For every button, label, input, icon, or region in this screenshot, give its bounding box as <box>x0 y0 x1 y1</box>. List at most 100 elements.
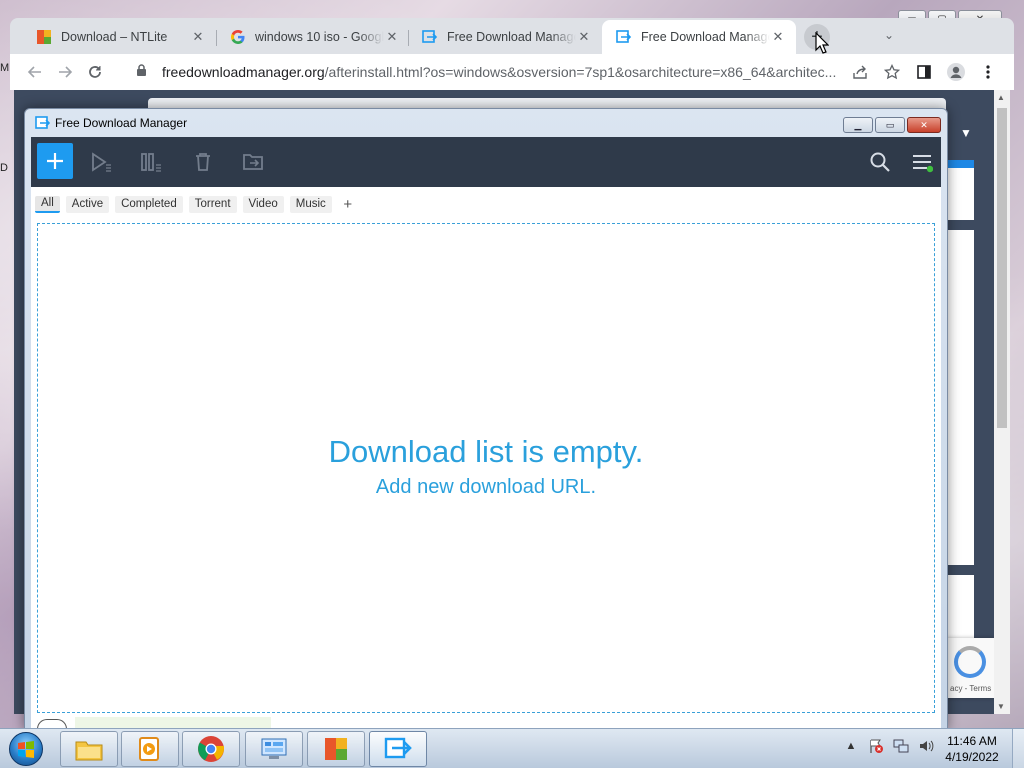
network-icon[interactable] <box>892 737 910 755</box>
back-button[interactable] <box>20 57 50 87</box>
tab-title: windows 10 iso - Google <box>255 30 384 44</box>
download-list-dropzone[interactable]: Download list is empty. Add new download… <box>37 223 935 713</box>
close-tab-icon[interactable]: ✕ <box>770 29 786 45</box>
filter-video[interactable]: Video <box>242 195 284 213</box>
taskbar-control-panel[interactable] <box>245 731 303 767</box>
filter-music[interactable]: Music <box>289 195 332 213</box>
side-panel-icon[interactable] <box>912 58 936 86</box>
bookmark-star-icon[interactable] <box>880 58 904 86</box>
profile-avatar-icon[interactable] <box>944 58 968 86</box>
share-icon[interactable] <box>848 58 872 86</box>
webpage-panel <box>948 160 974 640</box>
pause-icon <box>141 153 161 172</box>
taskbar-chrome[interactable] <box>182 731 240 767</box>
add-filter-button[interactable]: + <box>338 195 358 213</box>
browser-toolbar: freedownloadmanager.org/afterinstall.htm… <box>10 54 1014 90</box>
ntlite-icon <box>325 738 347 760</box>
address-bar[interactable]: freedownloadmanager.org/afterinstall.htm… <box>128 57 848 87</box>
volume-icon[interactable] <box>917 737 935 755</box>
show-desktop-button[interactable] <box>1012 729 1024 768</box>
tab-title: Download – NTLite <box>61 30 168 44</box>
search-icon[interactable] <box>869 151 891 173</box>
chevron-down-icon[interactable]: ▼ <box>960 126 972 140</box>
taskbar-fdm[interactable] <box>369 731 427 767</box>
tab-ntlite[interactable]: Download – NTLite ✕ <box>22 20 216 54</box>
ntlite-icon <box>36 29 52 45</box>
fdm-minimize-button[interactable]: ▁ <box>843 117 873 133</box>
tab-title: Free Download Manager <box>447 30 576 44</box>
add-url-link[interactable]: Add new download URL. <box>38 476 934 499</box>
media-player-icon <box>139 737 159 761</box>
scroll-down-arrow-icon[interactable]: ▼ <box>997 702 1005 711</box>
move-to-folder-button[interactable] <box>241 151 265 173</box>
system-tray: ▲ <box>842 737 935 755</box>
close-tab-icon[interactable]: ✕ <box>576 29 592 45</box>
url-text: freedownloadmanager.org/afterinstall.htm… <box>162 64 837 80</box>
show-hidden-icons-arrow-icon[interactable]: ▲ <box>842 737 860 755</box>
filter-all[interactable]: All <box>35 195 60 213</box>
play-icon <box>92 152 111 172</box>
fdm-app-icon <box>35 115 51 131</box>
filter-bar: All Active Completed Torrent Video Music… <box>35 195 358 213</box>
forward-button[interactable] <box>50 57 80 87</box>
fdm-icon <box>616 29 632 45</box>
filter-completed[interactable]: Completed <box>115 195 183 213</box>
folder-move-icon <box>243 154 263 170</box>
scroll-up-arrow-icon[interactable]: ▲ <box>997 93 1005 102</box>
fdm-window-title: Free Download Manager <box>55 116 188 130</box>
clock-date: 4/19/2022 <box>945 750 999 764</box>
fdm-maximize-button[interactable]: ▭ <box>875 117 905 133</box>
plus-icon <box>47 153 63 169</box>
start-button[interactable] <box>4 729 48 768</box>
windows-logo-icon <box>9 732 43 766</box>
tab-google[interactable]: windows 10 iso - Google ✕ <box>216 20 410 54</box>
taskbar-explorer[interactable] <box>60 731 118 767</box>
pause-button[interactable] <box>139 151 163 173</box>
page-scrollbar[interactable]: ▲ ▼ <box>994 90 1010 714</box>
close-tab-icon[interactable]: ✕ <box>384 29 400 45</box>
taskbar: ▲ 11:46 AM 4/19/2022 <box>0 728 1024 768</box>
chrome-icon <box>198 736 224 762</box>
fdm-window-controls: ▁ ▭ ✕ <box>843 117 941 133</box>
action-center-flag-icon[interactable] <box>867 737 885 755</box>
tab-fdm-active[interactable]: Free Download Manager ✕ <box>602 20 796 54</box>
reload-button[interactable] <box>80 57 110 87</box>
close-tab-icon[interactable]: ✕ <box>190 29 206 45</box>
arrow-right-icon <box>59 66 73 78</box>
recaptcha-links[interactable]: acy - Terms <box>950 684 991 693</box>
fdm-toolbar <box>31 137 941 187</box>
google-icon <box>230 29 246 45</box>
empty-state: Download list is empty. Add new download… <box>38 434 934 499</box>
fdm-client-area: All Active Completed Torrent Video Music… <box>31 137 941 731</box>
hamburger-menu-icon[interactable] <box>911 151 934 173</box>
fdm-window: Free Download Manager ▁ ▭ ✕ All Active C… <box>24 108 948 731</box>
tab-search-chevron-icon[interactable]: ⌄ <box>884 28 894 42</box>
trash-icon <box>196 153 210 171</box>
clock-time: 11:46 AM <box>947 734 997 748</box>
fdm-close-button[interactable]: ✕ <box>907 117 941 133</box>
control-panel-icon <box>261 738 287 759</box>
resume-button[interactable] <box>89 151 113 173</box>
fdm-icon <box>384 737 412 759</box>
tab-strip: Download – NTLite ✕ windows 10 iso - Goo… <box>10 18 1014 54</box>
toolbar-actions <box>848 58 1000 86</box>
add-download-button[interactable] <box>37 143 73 179</box>
delete-button[interactable] <box>191 151 215 173</box>
taskbar-media-player[interactable] <box>121 731 179 767</box>
arrow-left-icon <box>27 66 41 78</box>
tab-title: Free Download Manager <box>641 30 770 44</box>
lock-icon[interactable] <box>136 64 150 80</box>
folder-icon <box>75 741 103 761</box>
filter-torrent[interactable]: Torrent <box>188 195 237 213</box>
clock[interactable]: 11:46 AM 4/19/2022 <box>936 733 1008 765</box>
reload-icon <box>89 66 101 78</box>
more-menu-icon[interactable] <box>976 58 1000 86</box>
fdm-titlebar[interactable]: Free Download Manager ▁ ▭ ✕ <box>25 109 947 137</box>
scrollbar-thumb[interactable] <box>997 108 1007 428</box>
taskbar-ntlite[interactable] <box>307 731 365 767</box>
tab-fdm[interactable]: Free Download Manager ✕ <box>408 20 602 54</box>
recaptcha-badge[interactable]: acy - Terms <box>946 638 994 698</box>
recaptcha-icon <box>954 646 986 678</box>
empty-state-title: Download list is empty. <box>328 434 644 469</box>
filter-active[interactable]: Active <box>65 195 110 213</box>
